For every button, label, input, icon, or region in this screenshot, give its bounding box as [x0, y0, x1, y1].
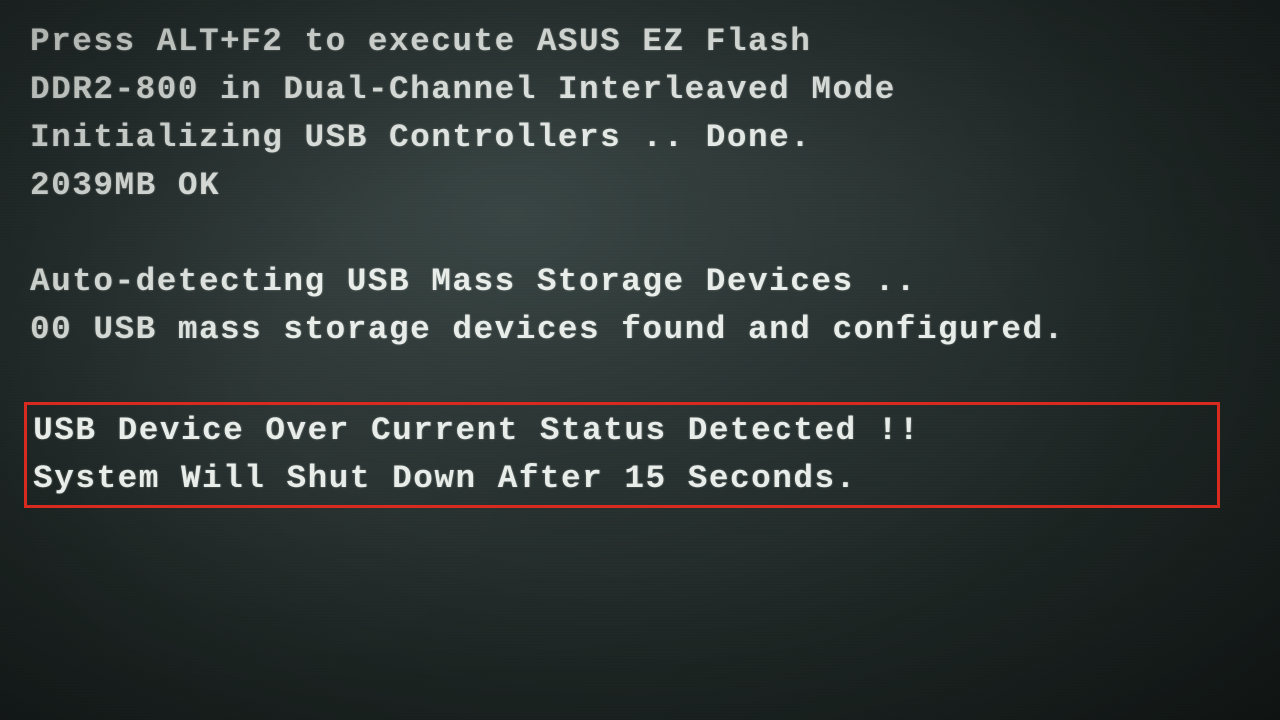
bios-line-usb-count: 00 USB mass storage devices found and co… — [30, 306, 1274, 354]
bios-line-usb-detect: Auto-detecting USB Mass Storage Devices … — [30, 258, 1274, 306]
bios-line-memory-size: 2039MB OK — [30, 162, 1274, 210]
bios-line-hotkey: Press ALT+F2 to execute ASUS EZ Flash — [30, 18, 1274, 66]
bios-line-memory-mode: DDR2-800 in Dual-Channel Interleaved Mod… — [30, 66, 1274, 114]
error-highlight-box: USB Device Over Current Status Detected … — [24, 402, 1220, 508]
bios-error-overcurrent: USB Device Over Current Status Detected … — [27, 407, 1237, 455]
bios-line-usb-init: Initializing USB Controllers .. Done. — [30, 114, 1274, 162]
bios-error-shutdown: System Will Shut Down After 15 Seconds. — [27, 455, 1237, 503]
